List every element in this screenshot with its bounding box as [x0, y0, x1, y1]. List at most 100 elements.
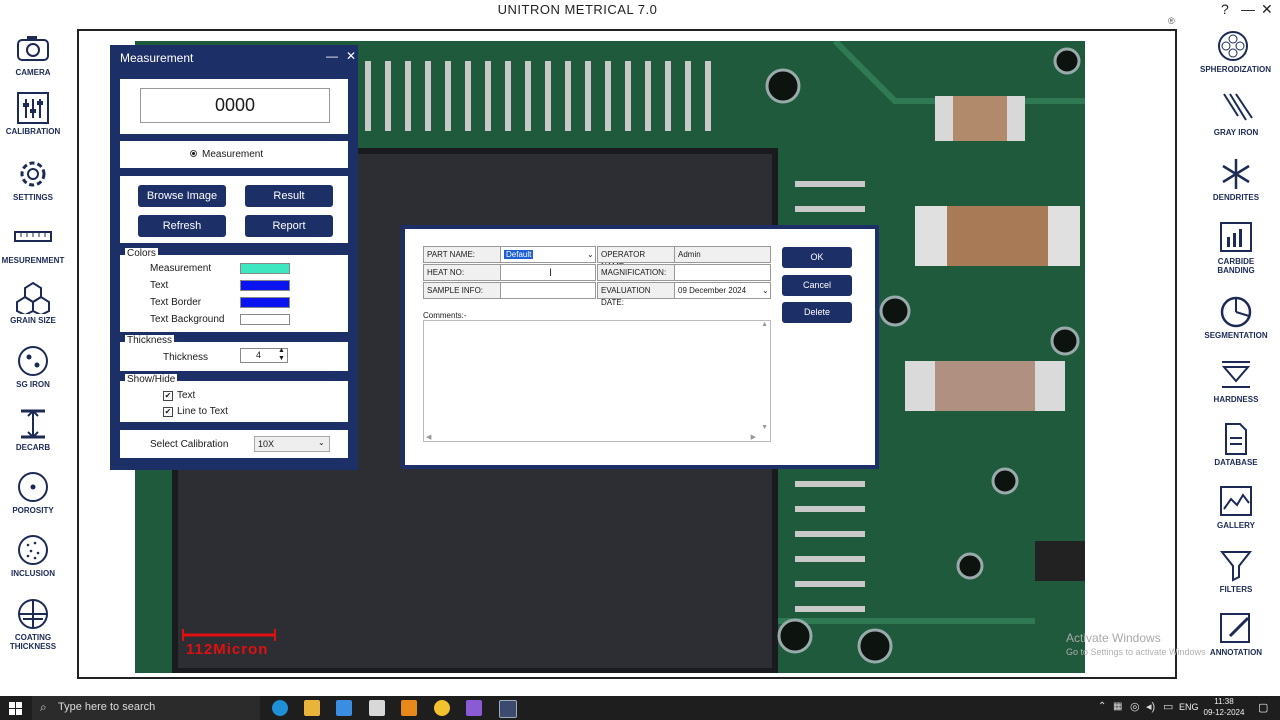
- help-icon[interactable]: ?: [1221, 1, 1229, 17]
- colors-group-label: Colors: [125, 248, 158, 259]
- tool-camera[interactable]: CAMERA: [0, 32, 66, 77]
- battery-icon[interactable]: ▭: [1163, 700, 1173, 713]
- mail-icon[interactable]: [369, 700, 385, 716]
- color-swatch-text-border[interactable]: [240, 297, 290, 308]
- network-icon[interactable]: ▦: [1113, 701, 1122, 712]
- tool-hardness[interactable]: HARDNESS: [1203, 359, 1269, 404]
- metrical-app-icon[interactable]: [499, 700, 517, 718]
- notification-icon[interactable]: ▢: [1258, 701, 1268, 714]
- hardness-icon: [1221, 361, 1251, 388]
- tool-calibration[interactable]: CALIBRATION: [0, 91, 66, 136]
- taskbar-search[interactable]: ⌕ Type here to search: [32, 696, 260, 720]
- comments-textarea[interactable]: ▲ ▼ ◀ ▶: [423, 320, 771, 442]
- stepper-up-icon[interactable]: ▲: [278, 347, 285, 354]
- clock-date[interactable]: 09-12-2024: [1199, 708, 1249, 717]
- coating-icon: [18, 599, 48, 629]
- file-explorer-icon[interactable]: [304, 700, 320, 716]
- cancel-button[interactable]: Cancel: [782, 275, 852, 296]
- magnification-input[interactable]: [674, 264, 771, 281]
- tool-decarb[interactable]: DECARB: [0, 407, 66, 452]
- wifi-icon[interactable]: ◎: [1130, 700, 1140, 713]
- ok-button[interactable]: OK: [782, 247, 852, 268]
- gallery-icon: [1220, 486, 1252, 516]
- windows-start-icon[interactable]: [9, 702, 22, 715]
- operator-name-field[interactable]: Admin: [674, 246, 771, 263]
- tool-filters[interactable]: FILTERS: [1203, 549, 1269, 594]
- color-swatch-measurement[interactable]: [240, 263, 290, 274]
- show-text-checkbox[interactable]: ✔: [163, 391, 173, 401]
- scroll-right-icon[interactable]: ▶: [751, 433, 756, 441]
- actions-box: Browse Image Result Refresh Report: [119, 175, 349, 244]
- tool-annotation[interactable]: ANNOTATION: [1203, 612, 1269, 657]
- part-name-label: PART NAME:: [423, 246, 501, 263]
- tool-porosity[interactable]: POROSITY: [0, 470, 66, 515]
- edge-icon[interactable]: [272, 700, 288, 716]
- showhide-group-label: Show/Hide: [125, 374, 178, 385]
- tool-dendrites[interactable]: DENDRITES: [1203, 157, 1269, 202]
- chevron-up-icon[interactable]: ⌃: [1098, 701, 1106, 712]
- stepper-down-icon[interactable]: ▼: [278, 355, 285, 362]
- magnification-label: MAGNIFICATION:: [597, 264, 675, 281]
- tool-gray-iron[interactable]: GRAY IRON: [1203, 92, 1269, 137]
- tool-spherodization[interactable]: SPHERODIZATION: [1200, 29, 1271, 74]
- tool-carbide-banding[interactable]: CARBIDE BANDING: [1203, 221, 1269, 275]
- funnel-icon: [1219, 551, 1253, 582]
- scroll-left-icon[interactable]: ◀: [426, 433, 431, 441]
- evaluation-date-label: EVALUATION DATE:: [597, 282, 675, 307]
- result-button[interactable]: Result: [245, 185, 333, 207]
- store-icon[interactable]: [336, 700, 352, 716]
- heat-no-label: HEAT NO:: [423, 264, 501, 281]
- mode-radio-label: Measurement: [202, 149, 264, 160]
- thickness-label: Thickness: [163, 352, 209, 363]
- gear-icon: [20, 161, 46, 187]
- chrome-icon[interactable]: [434, 700, 450, 716]
- info-icon[interactable]: ®: [1168, 16, 1175, 26]
- scroll-down-icon[interactable]: ▼: [761, 424, 768, 431]
- sample-info-label: SAMPLE INFO:: [423, 282, 501, 299]
- minimize-icon[interactable]: —: [1241, 1, 1255, 17]
- thickness-stepper[interactable]: 4 ▲ ▼: [240, 347, 288, 363]
- chevron-down-icon: ⌄: [318, 438, 325, 447]
- color-swatch-text-background[interactable]: [240, 314, 290, 325]
- tool-settings[interactable]: SETTINGS: [0, 157, 66, 202]
- delete-button[interactable]: Delete: [782, 302, 852, 323]
- tool-database[interactable]: DATABASE: [1203, 422, 1269, 467]
- sg-iron-icon: [18, 346, 48, 376]
- report-button[interactable]: Report: [245, 215, 333, 237]
- panel-close-icon[interactable]: ✕: [346, 49, 356, 63]
- show-text-label: Text: [177, 390, 196, 401]
- hexagon-icon: [16, 281, 50, 314]
- tool-segmentation[interactable]: SEGMENTATION: [1203, 295, 1269, 340]
- refresh-button[interactable]: Refresh: [138, 215, 226, 237]
- tool-inclusion[interactable]: INCLUSION: [0, 533, 66, 578]
- scroll-up-icon[interactable]: ▲: [761, 321, 768, 328]
- calibration-select[interactable]: 10X ⌄: [254, 436, 330, 452]
- tool-measurement[interactable]: MESURENMENT: [0, 226, 66, 265]
- tool-gallery[interactable]: GALLERY: [1203, 485, 1269, 530]
- color-label-text-background: Text Background: [150, 314, 225, 325]
- show-line-checkbox[interactable]: ✔: [163, 407, 173, 417]
- tool-sg-iron[interactable]: SG IRON: [0, 344, 66, 389]
- document-icon: [1225, 423, 1247, 455]
- sample-info-input[interactable]: [500, 282, 596, 299]
- close-icon[interactable]: ✕: [1261, 1, 1273, 18]
- tool-grain-size[interactable]: GRAIN SIZE: [0, 280, 66, 325]
- part-name-value: Default: [504, 250, 534, 259]
- chevron-down-icon: ⌄: [587, 250, 594, 259]
- sublime-icon[interactable]: [401, 700, 417, 716]
- panel-minimize-icon[interactable]: —: [326, 49, 338, 63]
- show-line-label: Line to Text: [177, 406, 228, 417]
- part-name-select[interactable]: Default ⌄: [500, 246, 596, 263]
- panel-title: Measurement: [120, 51, 194, 65]
- evaluation-date-picker[interactable]: 09 December 2024 ⌄: [674, 282, 771, 299]
- color-swatch-text[interactable]: [240, 280, 290, 291]
- clock-time[interactable]: 11:38: [1199, 697, 1249, 706]
- visual-studio-icon[interactable]: [466, 700, 482, 716]
- heat-no-input[interactable]: [500, 264, 596, 281]
- mode-radio[interactable]: [190, 150, 197, 157]
- value-box: 0000: [119, 78, 349, 135]
- tool-coating-thickness[interactable]: COATING THICKNESS: [0, 597, 66, 651]
- browse-image-button[interactable]: Browse Image: [138, 185, 226, 207]
- language-indicator[interactable]: ENG: [1179, 702, 1199, 712]
- volume-icon[interactable]: ◂): [1146, 700, 1155, 713]
